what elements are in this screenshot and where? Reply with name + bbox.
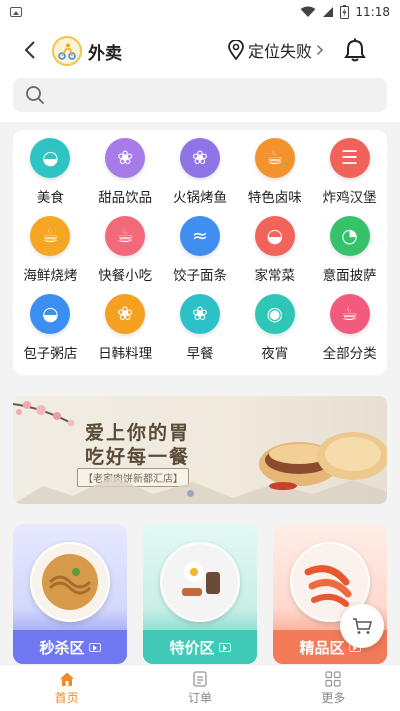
- pot-icon: ◒: [30, 294, 71, 334]
- noodle-icon: ≈: [179, 216, 220, 256]
- nav-orders[interactable]: 订单: [133, 665, 266, 711]
- breakfast-icon: ❀: [179, 294, 220, 334]
- bell-icon: [344, 38, 366, 62]
- category-label: 快餐小吃: [98, 268, 153, 284]
- nav-more-label: 更多: [321, 690, 346, 705]
- home-icon: [59, 672, 74, 686]
- category-item[interactable]: ❀ 甜品饮品: [88, 136, 163, 214]
- promo-label: 特价区: [169, 638, 215, 657]
- status-left: [10, 7, 22, 17]
- fish-icon: ❀: [179, 138, 220, 178]
- category-label: 日韩料理: [98, 346, 153, 362]
- category-item[interactable]: ◉ 夜宵: [237, 292, 312, 370]
- order-icon: [193, 670, 207, 687]
- category-label: 包子粥店: [23, 346, 78, 362]
- category-label: 早餐: [186, 346, 214, 362]
- location-pin-icon: [228, 40, 244, 60]
- search-input[interactable]: [53, 80, 373, 110]
- category-label: 甜品饮品: [98, 190, 153, 206]
- breakfast-plate-image: [160, 542, 240, 622]
- category-label: 火锅烤鱼: [172, 190, 227, 206]
- category-item[interactable]: ◒ 包子粥店: [13, 292, 88, 370]
- search-bar[interactable]: [13, 78, 387, 112]
- cart-button[interactable]: [340, 604, 384, 648]
- nav-orders-label: 订单: [187, 690, 212, 705]
- delivery-rider-icon: [58, 43, 76, 60]
- category-label: 美食: [36, 190, 64, 206]
- meat-pie-image: [259, 432, 387, 490]
- notification-button[interactable]: [342, 37, 368, 63]
- category-item[interactable]: ◒ 家常菜: [237, 214, 312, 292]
- promo-label: 精品区: [299, 638, 345, 657]
- category-item[interactable]: ☕ 海鲜烧烤: [13, 214, 88, 292]
- promo-label: 秒杀区: [39, 638, 85, 657]
- signal-icon: [323, 7, 334, 17]
- category-label: 家常菜: [254, 268, 296, 284]
- header: 外卖 定位失败: [0, 24, 400, 122]
- category-label: 意面披萨: [322, 268, 377, 284]
- category-item[interactable]: ☕ 快餐小吃: [88, 214, 163, 292]
- category-item[interactable]: ❀ 日韩料理: [88, 292, 163, 370]
- status-right: 11:18: [300, 5, 390, 19]
- category-item[interactable]: ◔ 意面披萨: [312, 214, 387, 292]
- category-item[interactable]: ❀ 早餐: [163, 292, 238, 370]
- chicken-icon: ☕: [254, 138, 295, 178]
- fastfood-icon: ☕: [105, 216, 146, 256]
- category-item[interactable]: ☰ 炸鸡汉堡: [312, 136, 387, 214]
- category-item[interactable]: ◒ 美食: [13, 136, 88, 214]
- chevron-left-icon: [24, 41, 35, 59]
- category-label: 海鲜烧烤: [23, 268, 78, 284]
- category-item[interactable]: ❀ 火锅烤鱼: [163, 136, 238, 214]
- cart-icon: [353, 618, 372, 634]
- status-time: 11:18: [355, 5, 390, 19]
- status-bar: 11:18: [0, 0, 400, 24]
- cake-icon: ❀: [105, 138, 146, 178]
- nav-home-label: 首页: [54, 690, 79, 705]
- nav-more[interactable]: 更多: [267, 665, 400, 711]
- grid-more-icon: [325, 670, 341, 687]
- beer-icon: ☕: [30, 216, 71, 256]
- category-item[interactable]: ☕ 特色卤味: [237, 136, 312, 214]
- image-notification-icon: [10, 7, 22, 17]
- promo-card-seckill[interactable]: 秒杀区: [13, 524, 127, 664]
- search-icon: [26, 86, 45, 105]
- location-selector[interactable]: 定位失败: [228, 38, 324, 62]
- dish-icon: ◒: [254, 216, 295, 256]
- category-card: ◒ 美食 ❀ 甜品饮品 ❀ 火锅烤鱼 ☕ 特色卤味 ☰ 炸鸡汉堡 ☕ 海鲜烧烤 ☕ 快餐小吃 ≈ 饺子面条 ◒ 家…: [13, 130, 387, 375]
- bowl-icon: ◒: [30, 138, 71, 178]
- noodles-dish-image: [30, 542, 110, 622]
- bottom-nav: 首页 订单 更多: [0, 664, 400, 711]
- category-label: 饺子面条: [172, 268, 227, 284]
- promo-banner[interactable]: 爱上你的胃 吃好每一餐 【老家肉饼新都汇店】: [13, 396, 387, 504]
- category-label: 炸鸡汉堡: [322, 190, 377, 206]
- location-text: 定位失败: [248, 42, 313, 61]
- category-item[interactable]: ☕ 全部分类: [312, 292, 387, 370]
- page-title: 外卖: [88, 44, 122, 64]
- back-button[interactable]: [18, 38, 42, 62]
- battery-icon: [340, 5, 350, 19]
- pizza-icon: ◔: [329, 216, 370, 256]
- burger-icon: ☰: [329, 138, 370, 178]
- category-grid: ◒ 美食 ❀ 甜品饮品 ❀ 火锅烤鱼 ☕ 特色卤味 ☰ 炸鸡汉堡 ☕ 海鲜烧烤 ☕ 快餐小吃 ≈ 饺子面条 ◒ 家…: [13, 136, 387, 370]
- cup-icon: ☕: [329, 294, 370, 334]
- category-label: 特色卤味: [247, 190, 302, 206]
- play-icon: [88, 642, 101, 652]
- play-icon: [218, 642, 231, 652]
- egg-icon: ◉: [254, 294, 295, 334]
- banner-headline-1: 爱上你的胃: [85, 422, 191, 444]
- promo-footer: 特价区: [143, 630, 257, 664]
- promo-card-special[interactable]: 特价区: [143, 524, 257, 664]
- sushi-icon: ❀: [105, 294, 146, 334]
- promo-footer: 秒杀区: [13, 630, 127, 664]
- wifi-icon: [300, 6, 316, 17]
- category-label: 夜宵: [261, 346, 289, 362]
- app-logo: [52, 36, 82, 66]
- chevron-right-icon: [317, 45, 324, 55]
- carousel-indicator: [187, 490, 194, 497]
- nav-home[interactable]: 首页: [0, 665, 133, 711]
- category-label: 全部分类: [322, 346, 377, 362]
- category-item[interactable]: ≈ 饺子面条: [163, 214, 238, 292]
